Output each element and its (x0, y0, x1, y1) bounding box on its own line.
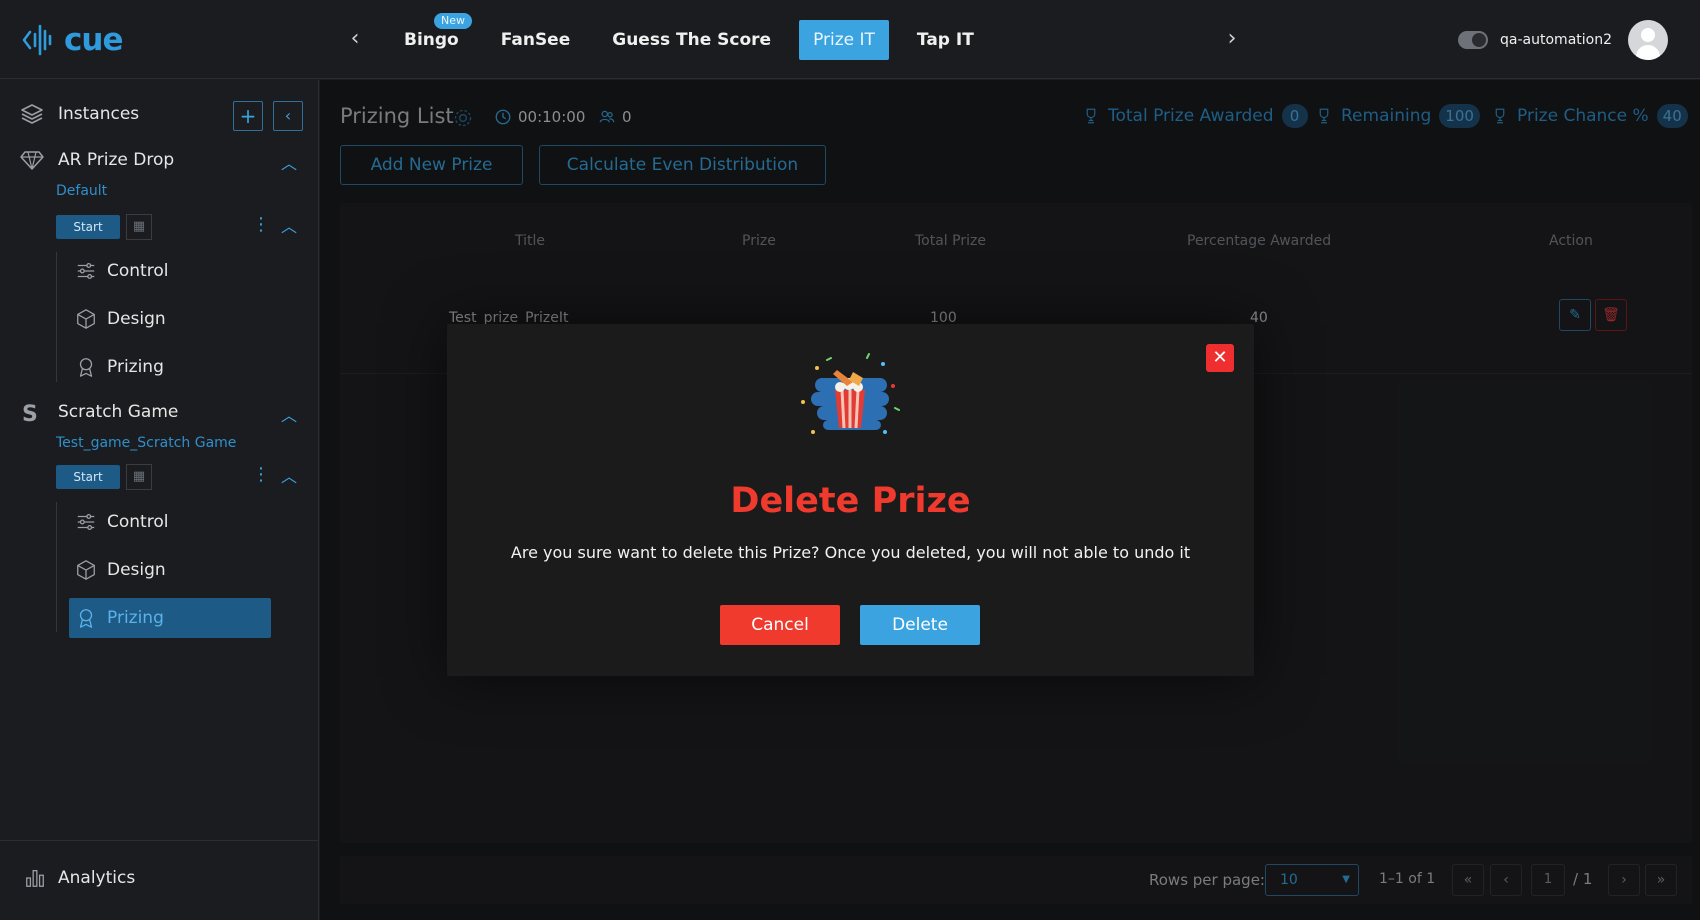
cube-icon (77, 560, 95, 580)
chevron-up-icon[interactable]: ︿ (281, 213, 297, 237)
instances-header: Instances (20, 102, 139, 126)
tree-line (56, 252, 57, 382)
sidebar-item-prizing[interactable]: Prizing (69, 347, 271, 387)
theme-toggle[interactable] (1458, 31, 1489, 49)
sidebar-item-label: Prizing (107, 357, 164, 377)
delete-prize-dialog: ✕ Delete Prize Are you sure want to dele… (447, 324, 1254, 676)
tab-fansee[interactable]: FanSee (487, 20, 585, 60)
tab-bingo[interactable]: New Bingo (390, 13, 473, 60)
tab-label: Prize IT (813, 30, 875, 50)
sidebar: Instances + ‹ AR Prize Drop ︿ Default St… (0, 80, 319, 920)
more-options-icon[interactable]: ⋮ (252, 214, 270, 235)
sidebar-item-control[interactable]: Control (69, 502, 271, 542)
award-icon (79, 358, 93, 377)
sidebar-item-prizing-active[interactable]: Prizing (69, 598, 271, 638)
layers-icon (21, 104, 43, 124)
chevron-up-icon[interactable]: ︿ (281, 150, 297, 174)
start-button[interactable]: Start (56, 465, 120, 489)
tab-label: Tap IT (916, 30, 974, 50)
sliders-icon (77, 263, 95, 279)
cancel-button[interactable]: Cancel (720, 605, 840, 645)
sidebar-item-label: Design (107, 309, 166, 329)
more-options-icon[interactable]: ⋮ (252, 464, 270, 485)
logo-text: cue (64, 22, 123, 58)
popcorn-bucket-illustration (801, 353, 900, 434)
sidebar-item-design[interactable]: Design (69, 550, 271, 590)
group-controls: Start ▦ (56, 214, 152, 240)
group-title: AR Prize Drop (58, 150, 175, 170)
cube-icon (77, 309, 95, 329)
tab-guess-the-score[interactable]: Guess The Score (598, 20, 785, 60)
close-icon[interactable]: ✕ (1206, 344, 1234, 372)
sidebar-item-label: Prizing (107, 608, 164, 628)
sidebar-item-control[interactable]: Control (69, 251, 271, 291)
add-instance-button[interactable]: + (233, 101, 263, 131)
sidebar-item-label: Control (107, 512, 169, 532)
award-icon (79, 609, 93, 628)
delete-button[interactable]: Delete (860, 605, 980, 645)
chevron-up-icon[interactable]: ︿ (281, 463, 297, 487)
analytics-link[interactable]: Analytics (24, 867, 135, 889)
group-title: Scratch Game (58, 402, 179, 422)
qr-code-icon[interactable]: ▦ (126, 214, 152, 240)
tab-label: Bingo (404, 30, 459, 50)
group-ar-prize-drop[interactable]: AR Prize Drop (20, 148, 174, 172)
group-subtitle: Default (56, 183, 108, 199)
avatar[interactable] (1628, 20, 1668, 60)
cue-logo[interactable]: cue (22, 20, 123, 60)
dialog-title: Delete Prize (730, 481, 971, 521)
group-scratch-game[interactable]: S Scratch Game (20, 400, 178, 424)
new-badge: New (434, 13, 472, 29)
qr-code-icon[interactable]: ▦ (126, 464, 152, 490)
sidebar-item-label: Control (107, 261, 169, 281)
sidebar-item-label: Design (107, 560, 166, 580)
tab-prize-it[interactable]: Prize IT (799, 20, 889, 60)
chevron-right-icon[interactable]: › (1220, 27, 1244, 51)
diamond-icon (20, 151, 44, 170)
sliders-icon (77, 514, 95, 530)
user-area: qa-automation2 (1458, 20, 1668, 60)
tab-label: Guess The Score (612, 30, 772, 50)
sidebar-item-design[interactable]: Design (69, 299, 271, 339)
sound-wave-logo-icon (22, 24, 52, 56)
tree-line (56, 502, 57, 632)
svg-text:S: S (22, 402, 38, 424)
start-button[interactable]: Start (56, 215, 120, 239)
chevron-up-icon[interactable]: ︿ (281, 402, 297, 426)
instances-label: Instances (58, 104, 140, 124)
scratch-s-icon: S (22, 402, 38, 424)
top-bar: cue ‹ New Bingo FanSee Guess The Score P… (0, 0, 1700, 79)
dialog-message: Are you sure want to delete this Prize? … (510, 543, 1191, 562)
bar-chart-icon (26, 870, 44, 887)
tab-label: FanSee (500, 30, 571, 50)
analytics-label: Analytics (58, 868, 136, 888)
game-tabs: New Bingo FanSee Guess The Score Prize I… (390, 13, 1002, 60)
group-subtitle: Test_game_Scratch Game (56, 435, 237, 451)
group-controls: Start ▦ (56, 464, 152, 490)
app: cue ‹ New Bingo FanSee Guess The Score P… (0, 0, 1700, 920)
sidebar-footer: Analytics (0, 840, 319, 920)
collapse-sidebar-button[interactable]: ‹ (273, 101, 303, 131)
username: qa-automation2 (1500, 32, 1612, 48)
chevron-left-icon[interactable]: ‹ (343, 27, 367, 51)
tab-tap-it[interactable]: Tap IT (903, 20, 988, 60)
